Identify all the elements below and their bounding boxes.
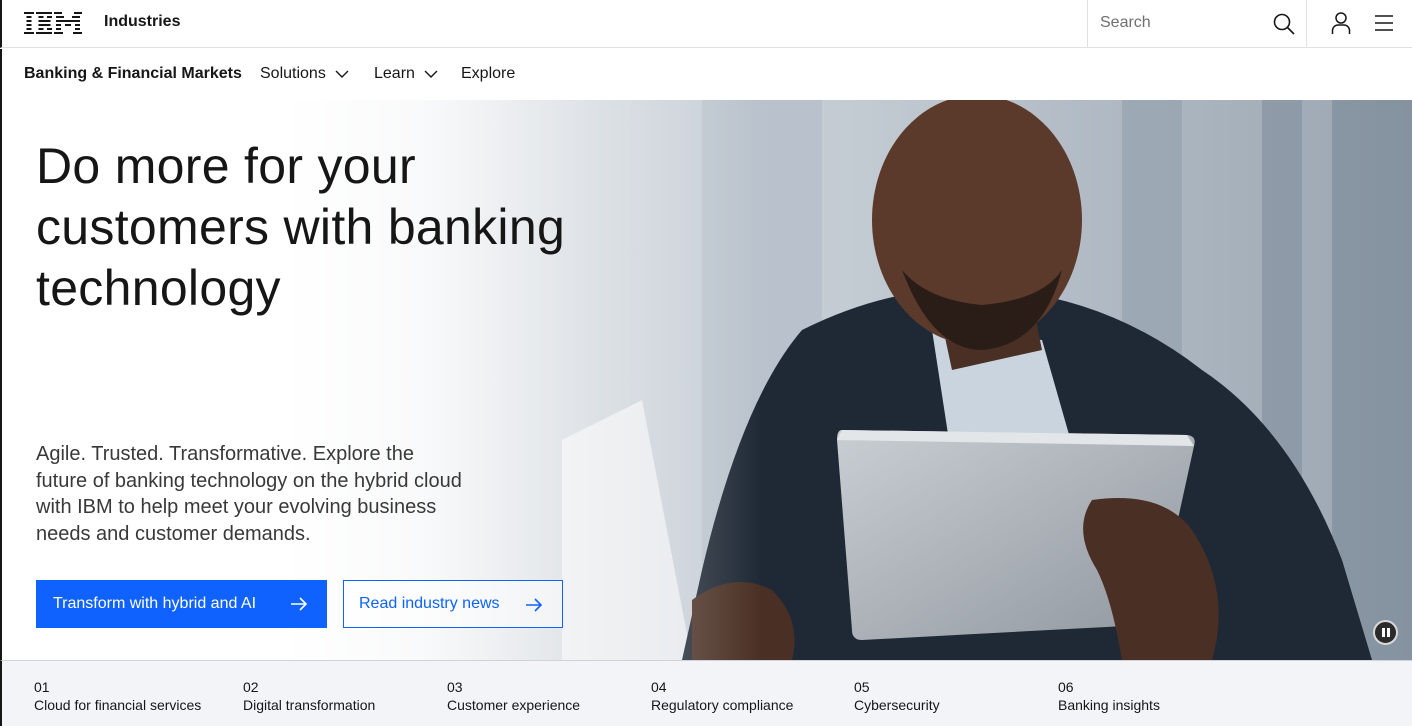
button-label: Read industry news xyxy=(359,595,500,612)
search-icon[interactable] xyxy=(1272,12,1296,36)
toc-label: Cloud for financial services xyxy=(34,697,202,713)
toc-label: Cybersecurity xyxy=(854,697,940,713)
toc-item-digital[interactable]: 02 Digital transformation xyxy=(243,678,375,714)
arrow-right-icon xyxy=(291,597,308,611)
brand-name[interactable]: Industries xyxy=(104,13,180,31)
toc-label: Customer experience xyxy=(447,697,581,713)
hero-title: Do more for your customers with banking … xyxy=(36,138,566,316)
toc-number: 01 xyxy=(34,679,50,695)
masthead: Industries xyxy=(0,0,1412,48)
menu-icon[interactable] xyxy=(1372,11,1396,35)
hero-description: Agile. Trusted. Transformative. Explore … xyxy=(36,443,462,545)
nav-item-label: Learn xyxy=(374,65,415,82)
transform-hybrid-ai-button[interactable]: Transform with hybrid and AI xyxy=(36,580,327,628)
nav-item-solutions[interactable]: Solutions xyxy=(260,65,350,83)
l1-title[interactable]: Banking & Financial Markets xyxy=(24,65,242,83)
user-icon[interactable] xyxy=(1329,11,1353,35)
read-industry-news-button[interactable]: Read industry news xyxy=(343,580,563,628)
search-input[interactable] xyxy=(1100,12,1260,34)
l1-navigation: Banking & Financial Markets Solutions Le… xyxy=(0,49,1412,100)
chevron-down-icon xyxy=(424,70,438,78)
toc-number: 03 xyxy=(447,679,463,695)
nav-item-label: Solutions xyxy=(260,65,326,82)
toc-item-cloud[interactable]: 01 Cloud for financial services xyxy=(34,678,201,714)
nav-item-explore[interactable]: Explore xyxy=(461,65,515,83)
nav-item-label: Explore xyxy=(461,65,516,82)
toc-number: 04 xyxy=(651,679,667,695)
toc-number: 02 xyxy=(243,679,259,695)
ibm-logo[interactable] xyxy=(24,11,84,35)
hero-section: Do more for your customers with banking … xyxy=(0,100,1412,660)
toc-item-regulatory[interactable]: 04 Regulatory compliance xyxy=(651,678,793,714)
button-label: Transform with hybrid and AI xyxy=(53,595,257,612)
arrow-right-icon xyxy=(526,598,543,612)
table-of-contents: 01 Cloud for financial services 02 Digit… xyxy=(0,660,1412,726)
toc-item-cybersecurity[interactable]: 05 Cybersecurity xyxy=(854,678,940,714)
toc-item-customer[interactable]: 03 Customer experience xyxy=(447,678,580,714)
toc-label: Digital transformation xyxy=(243,697,376,713)
toc-number: 05 xyxy=(854,679,870,695)
search-bar xyxy=(1087,0,1307,48)
toc-label: Banking insights xyxy=(1058,697,1160,713)
toc-number: 06 xyxy=(1058,679,1074,695)
chevron-down-icon xyxy=(335,70,349,78)
toc-label: Regulatory compliance xyxy=(651,697,794,713)
nav-item-learn[interactable]: Learn xyxy=(374,65,439,83)
toc-item-insights[interactable]: 06 Banking insights xyxy=(1058,678,1160,714)
pause-video-icon[interactable] xyxy=(1373,620,1398,645)
